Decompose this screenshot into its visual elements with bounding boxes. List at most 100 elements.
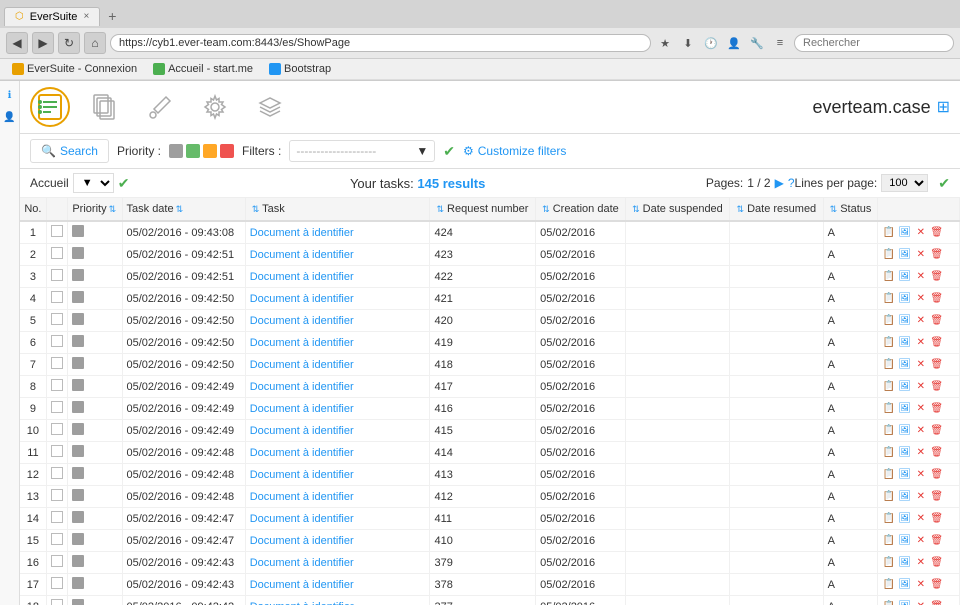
- task-link[interactable]: Document à identifier: [250, 557, 354, 569]
- toolbar-tools-button[interactable]: [140, 87, 180, 127]
- cell-checkbox[interactable]: [46, 354, 68, 376]
- breadcrumb-approve-icon[interactable]: ✔: [118, 175, 130, 192]
- action-delete-icon[interactable]: 🗑: [930, 226, 944, 240]
- task-link[interactable]: Document à identifier: [250, 249, 354, 261]
- action-view-icon[interactable]: 📋: [882, 270, 896, 284]
- action-view-icon[interactable]: 📋: [882, 490, 896, 504]
- col-header-task[interactable]: ⇅ Task: [245, 198, 430, 221]
- action-image-icon[interactable]: 🖼: [898, 512, 912, 526]
- task-link[interactable]: Document à identifier: [250, 579, 354, 591]
- row-checkbox[interactable]: [51, 423, 63, 435]
- col-header-datesuspended[interactable]: ⇅ Date suspended: [626, 198, 730, 221]
- cell-checkbox[interactable]: [46, 420, 68, 442]
- row-checkbox[interactable]: [51, 401, 63, 413]
- cell-checkbox[interactable]: [46, 464, 68, 486]
- cell-checkbox[interactable]: [46, 530, 68, 552]
- action-image-icon[interactable]: 🖼: [898, 556, 912, 570]
- row-checkbox[interactable]: [51, 511, 63, 523]
- row-checkbox[interactable]: [51, 577, 63, 589]
- row-checkbox[interactable]: [51, 313, 63, 325]
- action-image-icon[interactable]: 🖼: [898, 358, 912, 372]
- action-image-icon[interactable]: 🖼: [898, 424, 912, 438]
- task-link[interactable]: Document à identifier: [250, 315, 354, 327]
- row-checkbox[interactable]: [51, 489, 63, 501]
- action-image-icon[interactable]: 🖼: [898, 490, 912, 504]
- action-image-icon[interactable]: 🖼: [898, 534, 912, 548]
- cell-checkbox[interactable]: [46, 310, 68, 332]
- col-header-reqnum[interactable]: ⇅ Request number: [430, 198, 536, 221]
- forward-button[interactable]: ▶: [32, 32, 54, 54]
- col-header-taskdate[interactable]: Task date⇅: [122, 198, 245, 221]
- col-header-dateresumed[interactable]: ⇅ Date resumed: [730, 198, 823, 221]
- refresh-button[interactable]: ↻: [58, 32, 80, 54]
- cell-checkbox[interactable]: [46, 376, 68, 398]
- action-cancel-icon[interactable]: ✕: [914, 226, 928, 240]
- action-delete-icon[interactable]: 🗑: [930, 380, 944, 394]
- task-link[interactable]: Document à identifier: [250, 227, 354, 239]
- action-delete-icon[interactable]: 🗑: [930, 358, 944, 372]
- action-cancel-icon[interactable]: ✕: [914, 402, 928, 416]
- action-view-icon[interactable]: 📋: [882, 578, 896, 592]
- action-view-icon[interactable]: 📋: [882, 336, 896, 350]
- approve-all-icon[interactable]: ✔: [938, 175, 950, 192]
- lines-per-page-select[interactable]: 100 50 25: [881, 174, 928, 192]
- home-button[interactable]: ⌂: [84, 32, 106, 54]
- cell-checkbox[interactable]: [46, 266, 68, 288]
- breadcrumb-select[interactable]: ▼: [73, 173, 114, 193]
- cell-checkbox[interactable]: [46, 508, 68, 530]
- action-view-icon[interactable]: 📋: [882, 248, 896, 262]
- menu-icon[interactable]: ≡: [770, 33, 790, 53]
- search-button[interactable]: 🔍 Search: [30, 139, 109, 163]
- row-checkbox[interactable]: [51, 225, 63, 237]
- row-checkbox[interactable]: [51, 555, 63, 567]
- action-view-icon[interactable]: 📋: [882, 468, 896, 482]
- action-image-icon[interactable]: 🖼: [898, 226, 912, 240]
- row-checkbox[interactable]: [51, 291, 63, 303]
- action-image-icon[interactable]: 🖼: [898, 248, 912, 262]
- action-cancel-icon[interactable]: ✕: [914, 292, 928, 306]
- action-image-icon[interactable]: 🖼: [898, 380, 912, 394]
- action-view-icon[interactable]: 📋: [882, 512, 896, 526]
- action-view-icon[interactable]: 📋: [882, 402, 896, 416]
- next-page-button[interactable]: ▶: [775, 176, 784, 190]
- action-cancel-icon[interactable]: ✕: [914, 600, 928, 605]
- action-view-icon[interactable]: 📋: [882, 446, 896, 460]
- row-checkbox[interactable]: [51, 599, 63, 605]
- action-delete-icon[interactable]: 🗑: [930, 556, 944, 570]
- action-cancel-icon[interactable]: ✕: [914, 314, 928, 328]
- task-link[interactable]: Document à identifier: [250, 491, 354, 503]
- priority-urgent-dot[interactable]: [220, 144, 234, 158]
- bookmark-bootstrap[interactable]: Bootstrap: [263, 61, 337, 77]
- task-link[interactable]: Document à identifier: [250, 337, 354, 349]
- action-view-icon[interactable]: 📋: [882, 380, 896, 394]
- action-cancel-icon[interactable]: ✕: [914, 534, 928, 548]
- cell-checkbox[interactable]: [46, 574, 68, 596]
- action-cancel-icon[interactable]: ✕: [914, 336, 928, 350]
- filter-apply-icon[interactable]: ✔: [443, 143, 455, 160]
- action-delete-icon[interactable]: 🗑: [930, 600, 944, 605]
- action-view-icon[interactable]: 📋: [882, 292, 896, 306]
- priority-high-dot[interactable]: [203, 144, 217, 158]
- task-link[interactable]: Document à identifier: [250, 271, 354, 283]
- cell-checkbox[interactable]: [46, 442, 68, 464]
- action-cancel-icon[interactable]: ✕: [914, 380, 928, 394]
- task-link[interactable]: Document à identifier: [250, 381, 354, 393]
- action-view-icon[interactable]: 📋: [882, 314, 896, 328]
- browser-search-input[interactable]: [794, 34, 954, 52]
- history-icon[interactable]: 🕐: [701, 33, 721, 53]
- priority-normal-dot[interactable]: [186, 144, 200, 158]
- cell-checkbox[interactable]: [46, 398, 68, 420]
- action-cancel-icon[interactable]: ✕: [914, 512, 928, 526]
- cell-checkbox[interactable]: [46, 332, 68, 354]
- cell-checkbox[interactable]: [46, 288, 68, 310]
- toolbar-settings-button[interactable]: [195, 87, 235, 127]
- cell-checkbox[interactable]: [46, 486, 68, 508]
- action-image-icon[interactable]: 🖼: [898, 600, 912, 605]
- action-image-icon[interactable]: 🖼: [898, 578, 912, 592]
- col-header-priority[interactable]: Priority⇅: [68, 198, 122, 221]
- action-delete-icon[interactable]: 🗑: [930, 424, 944, 438]
- action-delete-icon[interactable]: 🗑: [930, 314, 944, 328]
- action-view-icon[interactable]: 📋: [882, 534, 896, 548]
- row-checkbox[interactable]: [51, 269, 63, 281]
- user-icon[interactable]: 👤: [724, 33, 744, 53]
